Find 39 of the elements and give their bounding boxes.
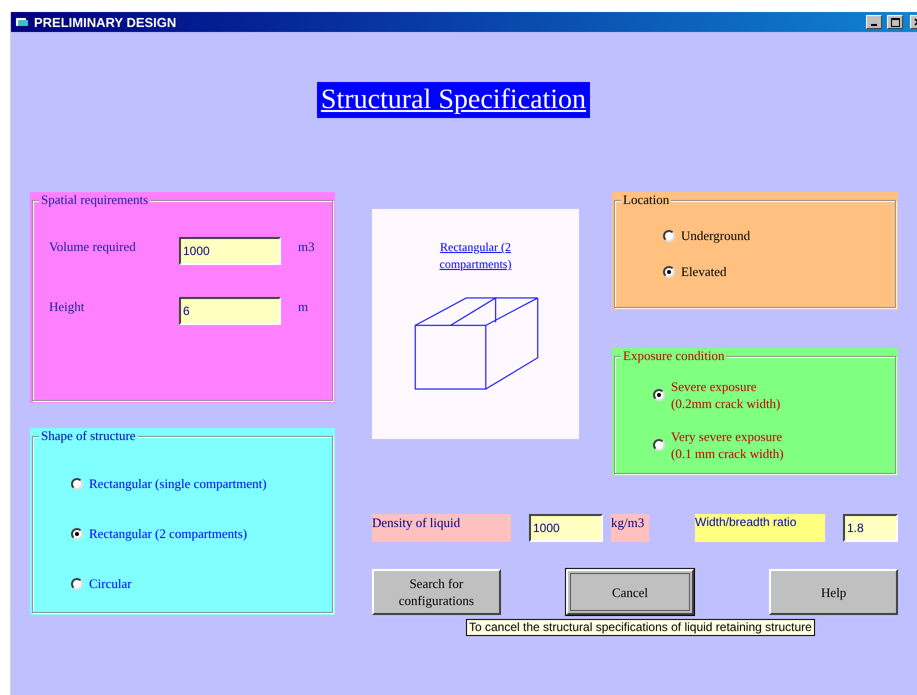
app-icon xyxy=(15,16,29,28)
ratio-input[interactable]: 1.8 xyxy=(843,514,898,542)
radio-label[interactable]: Circular xyxy=(89,575,132,592)
radio-label[interactable]: Rectangular (2 compartments) xyxy=(89,525,248,542)
action-button[interactable]: Help xyxy=(769,569,898,615)
page-heading: Structural Specification xyxy=(316,82,590,118)
window-title: PRELIMINARY DESIGN xyxy=(34,14,178,30)
maximize-icon xyxy=(890,18,900,26)
input-field[interactable]: 6 xyxy=(179,297,281,325)
group-label: Shape of structure xyxy=(39,428,138,444)
unit-label: m xyxy=(298,299,310,315)
radio-label[interactable]: Underground xyxy=(681,227,750,244)
radio-label[interactable]: Rectangular (single compartment) xyxy=(89,475,267,492)
radio-label[interactable]: Very severe exposure (0.1 mm crack width) xyxy=(671,428,784,462)
radio-button[interactable] xyxy=(71,478,83,490)
radio-label[interactable]: Elevated xyxy=(681,263,726,280)
radio-button[interactable] xyxy=(71,528,83,540)
radio-button[interactable] xyxy=(663,266,675,278)
radio-button[interactable] xyxy=(653,439,665,451)
shape-caption[interactable]: Rectangular (2 compartments) xyxy=(426,239,526,273)
action-button[interactable]: Search for configurations xyxy=(372,569,501,615)
minimize-button[interactable] xyxy=(866,15,882,29)
field-label: Height xyxy=(49,299,86,315)
unit-label: m3 xyxy=(298,239,316,255)
action-button[interactable]: Cancel xyxy=(566,569,694,615)
density-input[interactable]: 1000 xyxy=(529,514,603,542)
group-label: Spatial requirements xyxy=(39,192,150,208)
field-label: Volume required xyxy=(49,239,137,255)
group-label: Exposure condition xyxy=(621,348,726,364)
radio-button[interactable] xyxy=(71,578,83,590)
radio-button[interactable] xyxy=(653,389,665,401)
tooltip: To cancel the structural specifications of liquid retaining structure xyxy=(466,619,815,636)
radio-button[interactable] xyxy=(663,230,675,242)
unit-label: kg/m3 xyxy=(611,514,649,542)
radio-label[interactable]: Severe exposure (0.2mm crack width) xyxy=(671,378,780,412)
ratio-label: Width/breadth ratio xyxy=(695,514,825,542)
maximize-button[interactable] xyxy=(887,15,903,29)
density-label: Density of liquid xyxy=(372,514,511,542)
input-field[interactable]: 1000 xyxy=(179,237,281,265)
